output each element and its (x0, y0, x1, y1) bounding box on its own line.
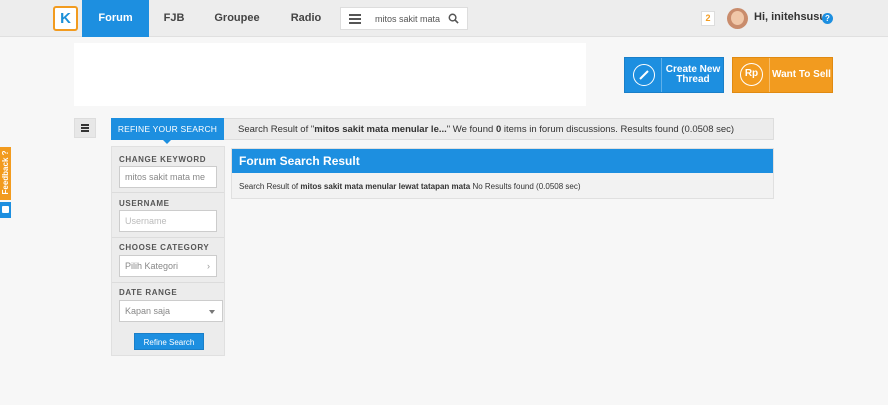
chevron-right-icon: › (207, 261, 210, 271)
want-to-sell-button[interactable]: Rp Want To Sell (732, 57, 833, 93)
result-heading: Forum Search Result (232, 149, 773, 173)
tab-fjb[interactable]: FJB (149, 0, 199, 37)
feedback-tab[interactable]: Feedback ? (0, 147, 11, 200)
category-select[interactable]: Pilih Kategori › (119, 255, 217, 277)
search-summary: Search Result of "mitos sakit mata menul… (224, 118, 774, 140)
date-range-label: DATE RANGE (119, 288, 178, 297)
summary-query: mitos sakit mata menular le... (314, 124, 447, 135)
refine-search-tab[interactable]: REFINE YOUR SEARCH (111, 118, 224, 144)
user-greeting[interactable]: Hi, initehsusu (754, 11, 826, 23)
kaskus-logo[interactable]: K (53, 6, 78, 31)
keyword-input[interactable]: mitos sakit mata me (119, 166, 217, 188)
refine-sidebar: CHANGE KEYWORD mitos sakit mata me USERN… (111, 146, 225, 356)
want-to-sell-label: Want To Sell (772, 69, 831, 80)
search-input[interactable]: mitos sakit mata (375, 8, 441, 30)
tab-radio[interactable]: Radio (282, 0, 330, 37)
help-icon[interactable]: ? (822, 13, 833, 24)
create-thread-button[interactable]: Create New Thread (624, 57, 724, 93)
thumbs-up-icon[interactable] (0, 202, 11, 218)
date-range-select[interactable]: Kapan saja (119, 300, 223, 322)
user-avatar[interactable] (727, 8, 748, 29)
search-icon[interactable] (448, 13, 459, 24)
choose-category-label: CHOOSE CATEGORY (119, 243, 210, 252)
result-query: mitos sakit mata menular lewat tatapan m… (300, 182, 471, 191)
refine-search-button[interactable]: Refine Search (134, 333, 204, 350)
search-bar[interactable]: mitos sakit mata (340, 7, 468, 30)
ad-banner (74, 43, 586, 106)
forum-search-result: Forum Search Result Search Result of mit… (231, 148, 774, 199)
hamburger-menu-icon[interactable] (349, 14, 361, 24)
top-navbar: K Forum FJB Groupee Radio mitos sakit ma… (0, 0, 888, 37)
logo-letter: K (60, 10, 71, 27)
tab-forum[interactable]: Forum (82, 0, 149, 37)
pencil-icon (625, 58, 662, 92)
sidebar-toggle-icon[interactable] (74, 118, 96, 138)
tab-groupee[interactable]: Groupee (206, 0, 268, 37)
change-keyword-label: CHANGE KEYWORD (119, 155, 207, 164)
username-input[interactable]: Username (119, 210, 217, 232)
chevron-down-icon (209, 310, 215, 314)
rupiah-icon: Rp (733, 58, 770, 92)
username-label: USERNAME (119, 199, 170, 208)
notification-badge[interactable]: 2 (701, 11, 715, 26)
create-thread-label: Create New Thread (665, 64, 721, 85)
result-message: Search Result of mitos sakit mata menula… (239, 182, 581, 191)
